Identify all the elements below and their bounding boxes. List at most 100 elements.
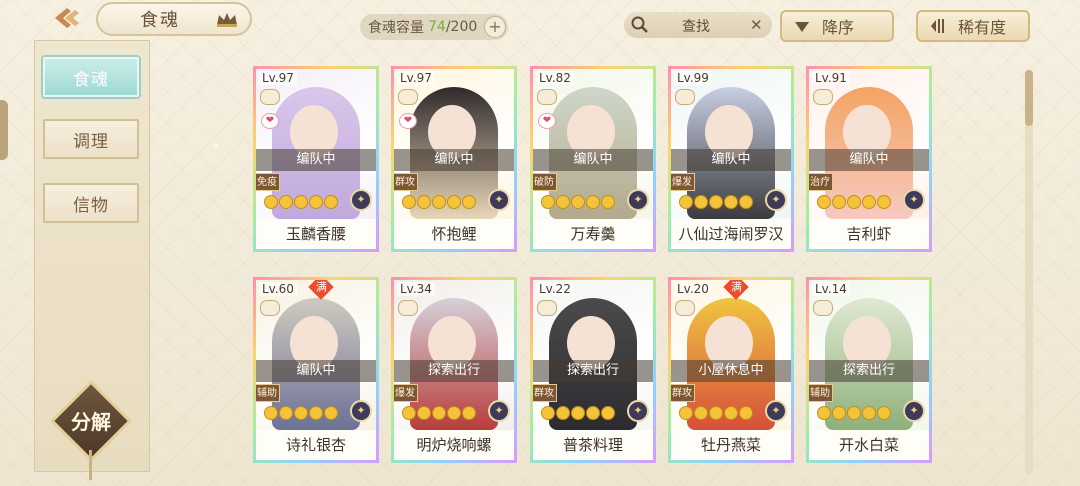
role-badge: 治疗 (809, 173, 833, 191)
star-icon (739, 406, 753, 420)
card-status: 探索出行 (394, 360, 514, 382)
star-rating (541, 406, 615, 422)
food-soul-card[interactable]: Lv.20 满小屋休息中 群攻 ✦ 牡丹燕菜 (668, 277, 794, 463)
star-icon (724, 195, 738, 209)
food-soul-card[interactable]: Lv.97 ❤ 编队中 群攻 ✦ 怀抱鲤 (391, 66, 517, 252)
card-status: 编队中 (671, 149, 791, 171)
card-name: 八仙过海闹罗汉 (671, 219, 791, 249)
card-name: 吉利虾 (809, 219, 929, 249)
food-soul-card[interactable]: Lv.60 满编队中 辅助 ✦ 诗礼银杏 (253, 277, 379, 463)
star-icon (264, 406, 278, 420)
star-icon (877, 195, 891, 209)
star-icon (417, 406, 431, 420)
expand-capacity-button[interactable]: + (484, 16, 506, 38)
capacity-current: 74 (428, 19, 446, 35)
dish-icon (813, 89, 833, 105)
page-title: 食魂 (140, 10, 180, 31)
search-button[interactable]: 查找 ✕ (624, 12, 772, 38)
star-icon (294, 406, 308, 420)
decompose-label: 分解 (71, 410, 111, 434)
food-soul-card[interactable]: Lv.97 ❤ 编队中 免疫 ✦ 玉麟香腰 (253, 66, 379, 252)
capacity-label: 食魂容量 (368, 20, 424, 36)
star-icon (264, 195, 278, 209)
tab-tokens[interactable]: 信物 (43, 183, 139, 223)
tab-conditioning[interactable]: 调理 (43, 119, 139, 159)
star-icon (571, 406, 585, 420)
role-badge: 辅助 (809, 384, 833, 402)
search-icon (631, 16, 648, 33)
card-status: 编队中 (256, 149, 376, 171)
crown-icon[interactable] (216, 11, 238, 27)
heart-icon: ❤ (261, 113, 279, 129)
element-icon: ✦ (903, 400, 925, 422)
star-icon (309, 195, 323, 209)
tab-food-soul[interactable]: 食魂 (43, 57, 139, 97)
star-icon (694, 406, 708, 420)
star-icon (279, 195, 293, 209)
star-icon (294, 195, 308, 209)
card-status: 小屋休息中 (671, 360, 791, 382)
dish-icon (813, 300, 833, 316)
sort-key-button[interactable]: 稀有度 (916, 10, 1030, 42)
dish-icon (675, 300, 695, 316)
card-level: Lv.60 (259, 282, 297, 296)
scrollbar-thumb[interactable] (1025, 70, 1033, 126)
card-status: 探索出行 (809, 360, 929, 382)
star-icon (417, 195, 431, 209)
star-icon (402, 195, 416, 209)
star-icon (709, 406, 723, 420)
role-badge: 群攻 (671, 384, 695, 402)
food-soul-card[interactable]: Lv.99 编队中 爆发 ✦ 八仙过海闹罗汉 (668, 66, 794, 252)
star-icon (324, 406, 338, 420)
star-icon (432, 406, 446, 420)
search-label: 查找 (682, 19, 710, 35)
element-icon: ✦ (488, 400, 510, 422)
card-status: 编队中 (256, 360, 376, 382)
food-soul-card[interactable]: Lv.14 探索出行 辅助 ✦ 开水白菜 (806, 277, 932, 463)
food-soul-card[interactable]: Lv.22 探索出行 群攻 ✦ 普茶料理 (530, 277, 656, 463)
star-icon (709, 195, 723, 209)
star-icon (541, 406, 555, 420)
card-level: Lv.34 (397, 282, 435, 296)
card-status: 编队中 (394, 149, 514, 171)
card-name: 万寿羹 (533, 219, 653, 249)
dish-icon (537, 300, 557, 316)
element-icon: ✦ (488, 189, 510, 211)
decompose-button[interactable]: 分解 (49, 379, 133, 463)
card-name: 玉麟香腰 (256, 219, 376, 249)
star-icon (739, 195, 753, 209)
card-level: Lv.97 (259, 71, 297, 85)
dish-icon (260, 300, 280, 316)
star-rating (402, 406, 476, 422)
star-rating (679, 406, 753, 422)
star-icon (679, 195, 693, 209)
sort-toggle-icon (931, 19, 944, 33)
food-soul-card[interactable]: Lv.82 ❤ 编队中 破防 ✦ 万寿羹 (530, 66, 656, 252)
role-badge: 群攻 (394, 173, 418, 191)
tassel-decoration (89, 450, 92, 480)
star-rating (264, 406, 338, 422)
element-icon: ✦ (627, 189, 649, 211)
role-badge: 免疫 (256, 173, 280, 191)
star-icon (447, 195, 461, 209)
back-arrow-icon (55, 8, 79, 28)
element-icon: ✦ (627, 400, 649, 422)
star-rating (817, 195, 891, 211)
card-level: Lv.14 (812, 282, 850, 296)
clear-icon[interactable]: ✕ (750, 17, 766, 33)
star-icon (556, 195, 570, 209)
card-name: 明炉烧响螺 (394, 430, 514, 460)
star-icon (541, 195, 555, 209)
back-button[interactable] (48, 4, 88, 32)
role-badge: 辅助 (256, 384, 280, 402)
dish-icon (398, 300, 418, 316)
scrollbar[interactable] (1025, 70, 1033, 474)
food-soul-card[interactable]: Lv.34 探索出行 爆发 ✦ 明炉烧响螺 (391, 277, 517, 463)
star-icon (586, 406, 600, 420)
dish-icon (537, 89, 557, 105)
sort-order-button[interactable]: 降序 (780, 10, 894, 42)
star-icon (462, 406, 476, 420)
descending-icon (795, 22, 809, 32)
star-icon (847, 195, 861, 209)
food-soul-card[interactable]: Lv.91 编队中 治疗 ✦ 吉利虾 (806, 66, 932, 252)
